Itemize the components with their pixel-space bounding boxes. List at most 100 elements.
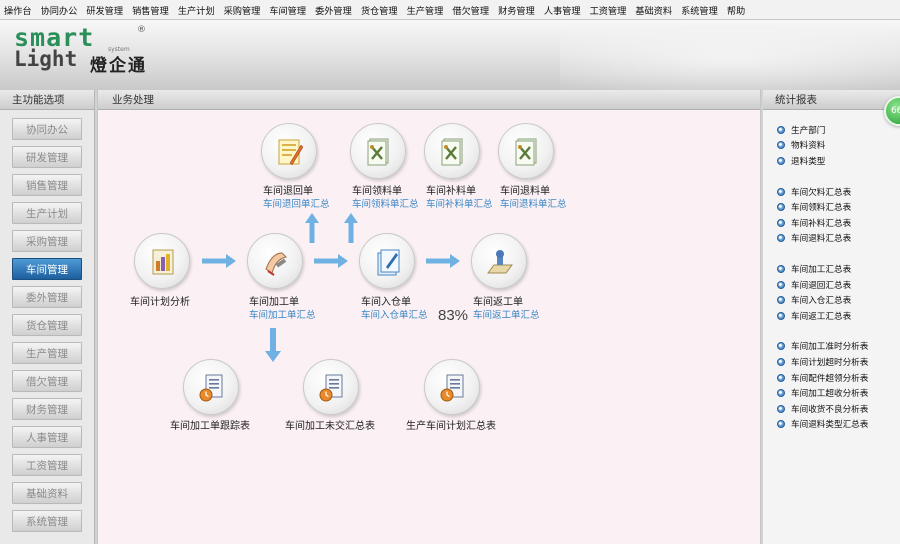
warehouse-order-title[interactable]: 车间入仓单 bbox=[361, 293, 411, 308]
top-menu-item[interactable]: 操作台 bbox=[4, 3, 32, 17]
top-menu-item[interactable]: 协同办公 bbox=[41, 3, 78, 17]
return-material-order-summary-link[interactable]: 车间退料单汇总 bbox=[500, 196, 567, 210]
unsubmitted-summary-title[interactable]: 车间加工未交汇总表 bbox=[285, 417, 375, 432]
rework-order-title[interactable]: 车间返工单 bbox=[473, 293, 523, 308]
report-link-label[interactable]: 车间配件超领分析表 bbox=[791, 372, 868, 384]
report-link-label[interactable]: 车间退料类型汇总表 bbox=[791, 418, 868, 430]
plan-summary-circle[interactable] bbox=[424, 359, 480, 415]
main-function-button[interactable]: 销售管理 bbox=[12, 174, 82, 196]
main-function-button[interactable]: 财务管理 bbox=[12, 398, 82, 420]
top-menu-item[interactable]: 基础资料 bbox=[635, 3, 672, 17]
report-link[interactable]: 退料类型 bbox=[777, 153, 900, 169]
process-order-circle[interactable] bbox=[247, 233, 303, 289]
top-menu-item[interactable]: 帮助 bbox=[727, 3, 745, 17]
supplement-order-circle[interactable] bbox=[424, 123, 480, 179]
return-material-order-circle[interactable] bbox=[498, 123, 554, 179]
report-link[interactable]: 车间加工超收分析表 bbox=[777, 385, 900, 401]
supplement-order-summary-link[interactable]: 车间补料单汇总 bbox=[426, 196, 493, 210]
bullet-icon bbox=[777, 311, 785, 320]
report-link-label[interactable]: 生产部门 bbox=[791, 124, 825, 136]
main-function-button[interactable]: 人事管理 bbox=[12, 426, 82, 448]
report-link[interactable]: 车间返工汇总表 bbox=[777, 308, 900, 324]
workflow-canvas: 车间退回单 车间退回单汇总 车间领料单 车间领料单汇总 车间补料单 车间补料单汇… bbox=[98, 111, 762, 544]
report-link-label[interactable]: 退料类型 bbox=[791, 155, 825, 167]
rework-order-circle[interactable] bbox=[471, 233, 527, 289]
main-function-button[interactable]: 货仓管理 bbox=[12, 314, 82, 336]
report-link[interactable]: 车间收货不良分析表 bbox=[777, 401, 900, 417]
report-link[interactable]: 车间加工汇总表 bbox=[777, 261, 900, 277]
top-menu-item[interactable]: 系统管理 bbox=[681, 3, 718, 17]
report-link[interactable]: 车间领料汇总表 bbox=[777, 199, 900, 215]
report-link-label[interactable]: 车间加工超收分析表 bbox=[791, 387, 868, 399]
rework-order-summary-link[interactable]: 车间返工单汇总 bbox=[473, 307, 540, 321]
plan-summary-title[interactable]: 生产车间计划汇总表 bbox=[406, 417, 496, 432]
top-menu-item[interactable]: 货仓管理 bbox=[361, 3, 398, 17]
report-link[interactable]: 车间欠料汇总表 bbox=[777, 184, 900, 200]
tracking-report-title[interactable]: 车间加工单跟踪表 bbox=[170, 417, 250, 432]
top-menu-item[interactable]: 工资管理 bbox=[590, 3, 627, 17]
report-link-label[interactable]: 车间补料汇总表 bbox=[791, 217, 851, 229]
main-function-button[interactable]: 采购管理 bbox=[12, 230, 82, 252]
bullet-icon bbox=[777, 404, 785, 413]
report-link-label[interactable]: 车间加工汇总表 bbox=[791, 263, 851, 275]
main-function-button[interactable]: 生产计划 bbox=[12, 202, 82, 224]
report-link[interactable]: 生产部门 bbox=[777, 122, 900, 138]
report-link[interactable]: 车间加工准时分析表 bbox=[777, 339, 900, 355]
pick-order-title[interactable]: 车间领料单 bbox=[352, 182, 402, 197]
pick-order-circle[interactable] bbox=[350, 123, 406, 179]
report-link[interactable]: 车间补料汇总表 bbox=[777, 215, 900, 231]
top-menu-item[interactable]: 销售管理 bbox=[132, 3, 169, 17]
plan-analysis-circle[interactable] bbox=[134, 233, 190, 289]
warehouse-order-circle[interactable] bbox=[359, 233, 415, 289]
report-link[interactable]: 物料资料 bbox=[777, 138, 900, 154]
report-link[interactable]: 车间退回汇总表 bbox=[777, 277, 900, 293]
tracking-report-circle[interactable] bbox=[183, 359, 239, 415]
main-function-button[interactable]: 工资管理 bbox=[12, 454, 82, 476]
top-menu-item[interactable]: 生产管理 bbox=[407, 3, 444, 17]
report-link-label[interactable]: 车间欠料汇总表 bbox=[791, 186, 851, 198]
main-function-button[interactable]: 生产管理 bbox=[12, 342, 82, 364]
report-link-label[interactable]: 车间加工准时分析表 bbox=[791, 340, 868, 352]
report-link[interactable]: 车间入仓汇总表 bbox=[777, 292, 900, 308]
top-menu-item[interactable]: 生产计划 bbox=[178, 3, 215, 17]
unsubmitted-summary-circle[interactable] bbox=[303, 359, 359, 415]
report-link-label[interactable]: 车间入仓汇总表 bbox=[791, 294, 851, 306]
main-function-button[interactable]: 基础资料 bbox=[12, 482, 82, 504]
main-function-button[interactable]: 协同办公 bbox=[12, 118, 82, 140]
report-link-label[interactable]: 车间计划超时分析表 bbox=[791, 356, 868, 368]
return-material-order-title[interactable]: 车间退料单 bbox=[500, 182, 550, 197]
top-menu-item[interactable]: 委外管理 bbox=[315, 3, 352, 17]
top-menu-item[interactable]: 研发管理 bbox=[86, 3, 123, 17]
return-order-circle[interactable] bbox=[261, 123, 317, 179]
report-link-label[interactable]: 车间返工汇总表 bbox=[791, 310, 851, 322]
plan-analysis-title[interactable]: 车间计划分析 bbox=[130, 293, 190, 308]
report-group-spacer bbox=[777, 169, 900, 184]
report-link[interactable]: 车间退料汇总表 bbox=[777, 231, 900, 247]
report-link[interactable]: 车间退料类型汇总表 bbox=[777, 417, 900, 433]
top-menu-item[interactable]: 采购管理 bbox=[224, 3, 261, 17]
report-link[interactable]: 车间计划超时分析表 bbox=[777, 354, 900, 370]
main-function-button[interactable]: 系统管理 bbox=[12, 510, 82, 532]
pick-order-summary-link[interactable]: 车间领料单汇总 bbox=[352, 196, 419, 210]
bullet-icon bbox=[777, 342, 785, 351]
report-link-label[interactable]: 车间退回汇总表 bbox=[791, 279, 851, 291]
main-function-button[interactable]: 研发管理 bbox=[12, 146, 82, 168]
report-link-label[interactable]: 车间收货不良分析表 bbox=[791, 403, 868, 415]
process-order-summary-link[interactable]: 车间加工单汇总 bbox=[249, 307, 316, 321]
process-order-title[interactable]: 车间加工单 bbox=[249, 293, 299, 308]
top-menu-item[interactable]: 借欠管理 bbox=[452, 3, 489, 17]
top-menu-item[interactable]: 车间管理 bbox=[269, 3, 306, 17]
main-function-button[interactable]: 委外管理 bbox=[12, 286, 82, 308]
report-link-label[interactable]: 物料资料 bbox=[791, 139, 825, 151]
top-menu-item[interactable]: 人事管理 bbox=[544, 3, 581, 17]
report-link[interactable]: 车间配件超领分析表 bbox=[777, 370, 900, 386]
main-function-button[interactable]: 借欠管理 bbox=[12, 370, 82, 392]
main-function-button[interactable]: 车间管理 bbox=[12, 258, 82, 280]
report-link-label[interactable]: 车间领料汇总表 bbox=[791, 201, 851, 213]
return-order-title[interactable]: 车间退回单 bbox=[263, 182, 313, 197]
warehouse-order-summary-link[interactable]: 车间入仓单汇总 bbox=[361, 307, 428, 321]
top-menu-item[interactable]: 财务管理 bbox=[498, 3, 535, 17]
report-link-label[interactable]: 车间退料汇总表 bbox=[791, 232, 851, 244]
return-order-summary-link[interactable]: 车间退回单汇总 bbox=[263, 196, 330, 210]
supplement-order-title[interactable]: 车间补料单 bbox=[426, 182, 476, 197]
